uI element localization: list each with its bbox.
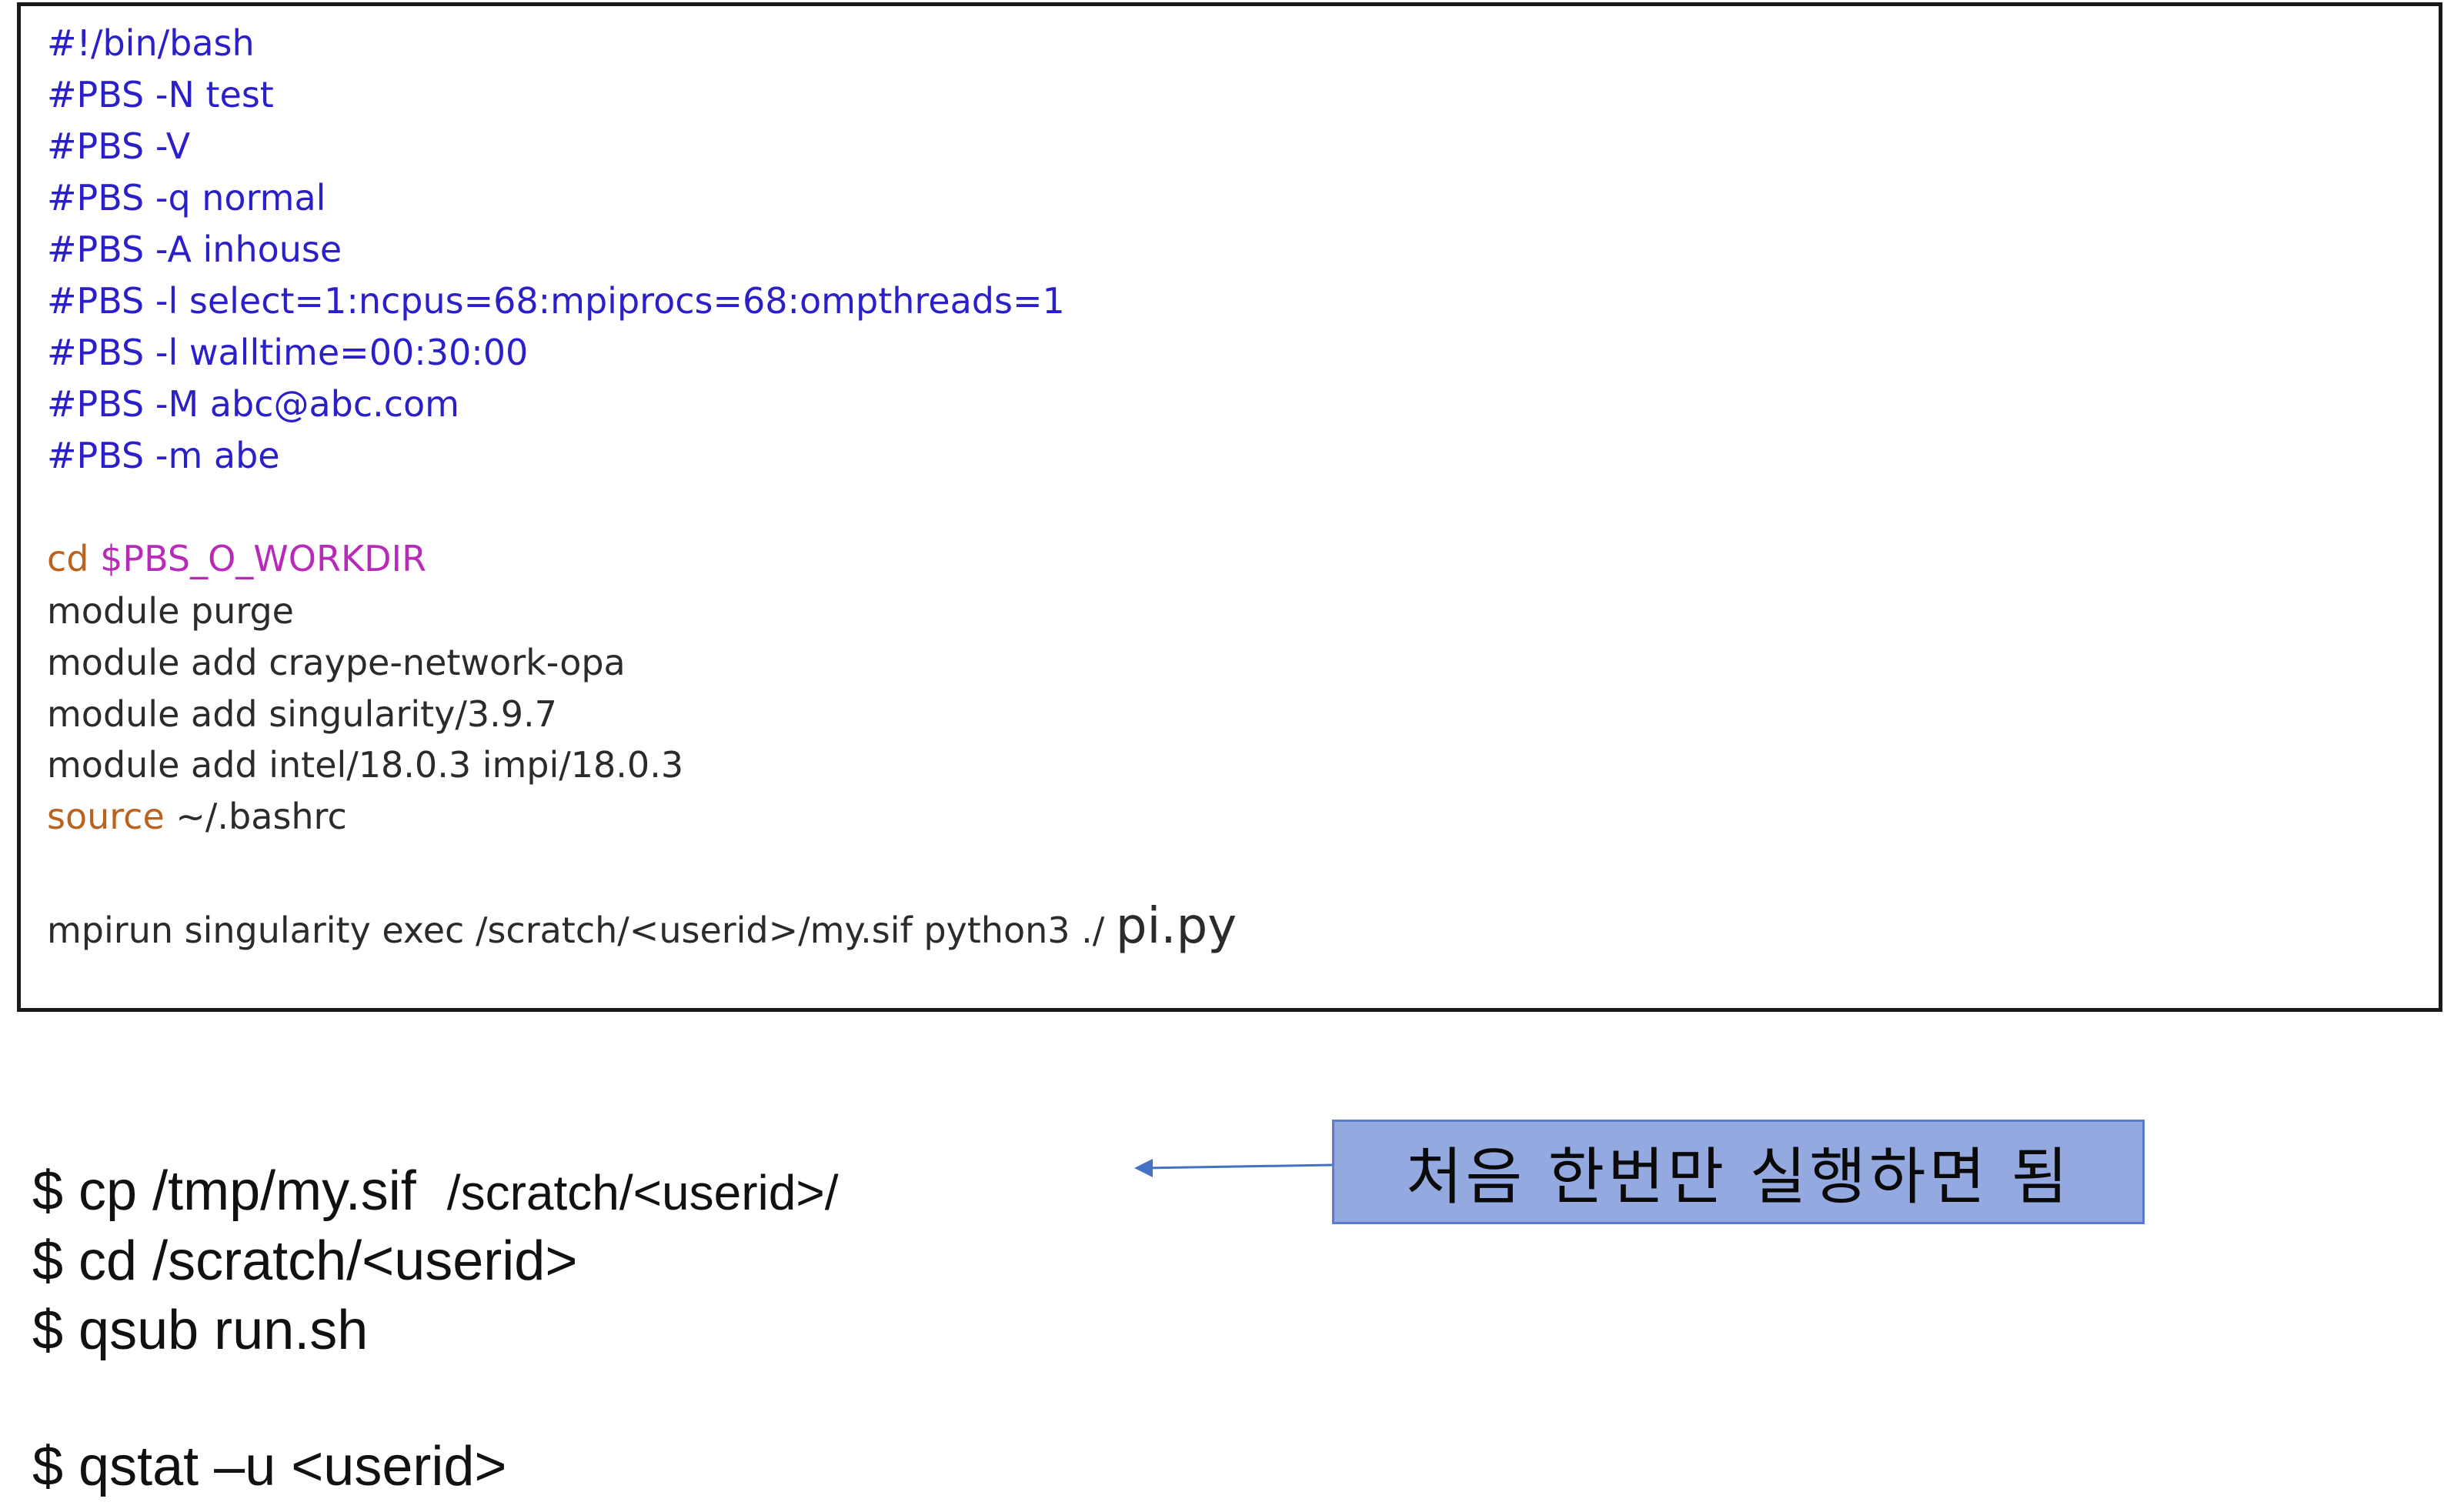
mpirun-line: mpirun singularity exec /scratch/<userid… [47,902,1237,952]
source-keyword: source [47,796,165,837]
cp-prefix: $ cp /tmp/my.sif [32,1160,447,1222]
workdir-variable: $PBS_O_WORKDIR [100,538,427,579]
pbs-name-line: #PBS -N test [47,74,274,115]
module-intel-line: module add intel/18.0.3 impi/18.0.3 [47,744,684,786]
note-callout: 처음 한번만 실행하면 됨 [1332,1120,2145,1224]
pbs-mail-line: #PBS -M abc@abc.com [47,383,459,425]
shebang-line: #!/bin/bash [47,22,255,64]
mpirun-command: mpirun singularity exec /scratch/<userid… [47,910,1116,951]
cp-path: /scratch/<userid>/ [446,1165,839,1220]
note-text: 처음 한번만 실행하면 됨 [1405,1141,2072,1213]
script-box: #!/bin/bash #PBS -N test #PBS -V #PBS -q… [17,2,2442,1012]
pbs-account-line: #PBS -A inhouse [47,229,342,270]
qsub-command: $ qsub run.sh [32,1300,369,1361]
pbs-walltime-line: #PBS -l walltime=00:30:00 [47,332,529,373]
cd-keyword: cd [47,538,89,579]
module-purge-line: module purge [47,590,294,632]
source-line: source ~/.bashrc [47,795,347,838]
cd-workdir-line: cd $PBS_O_WORKDIR [47,537,426,580]
mpirun-file: pi.py [1115,898,1237,955]
cd-command: $ cd /scratch/<userid> [32,1230,578,1292]
module-singularity-line: module add singularity/3.9.7 [47,693,557,735]
qstat-command: $ qstat –u <userid> [32,1436,507,1497]
arrow-icon [1134,1159,1334,1177]
pbs-select-line: #PBS -l select=1:ncpus=68:mpiprocs=68:om… [47,280,1065,322]
module-network-line: module add craype-network-opa [47,642,626,683]
pbs-mailopts-line: #PBS -m abe [47,435,280,476]
pbs-env-line: #PBS -V [47,125,191,167]
source-arg: ~/.bashrc [164,796,347,837]
cp-command: $ cp /tmp/my.sif /scratch/<userid>/ [32,1159,838,1225]
pbs-queue-line: #PBS -q normal [47,177,326,219]
